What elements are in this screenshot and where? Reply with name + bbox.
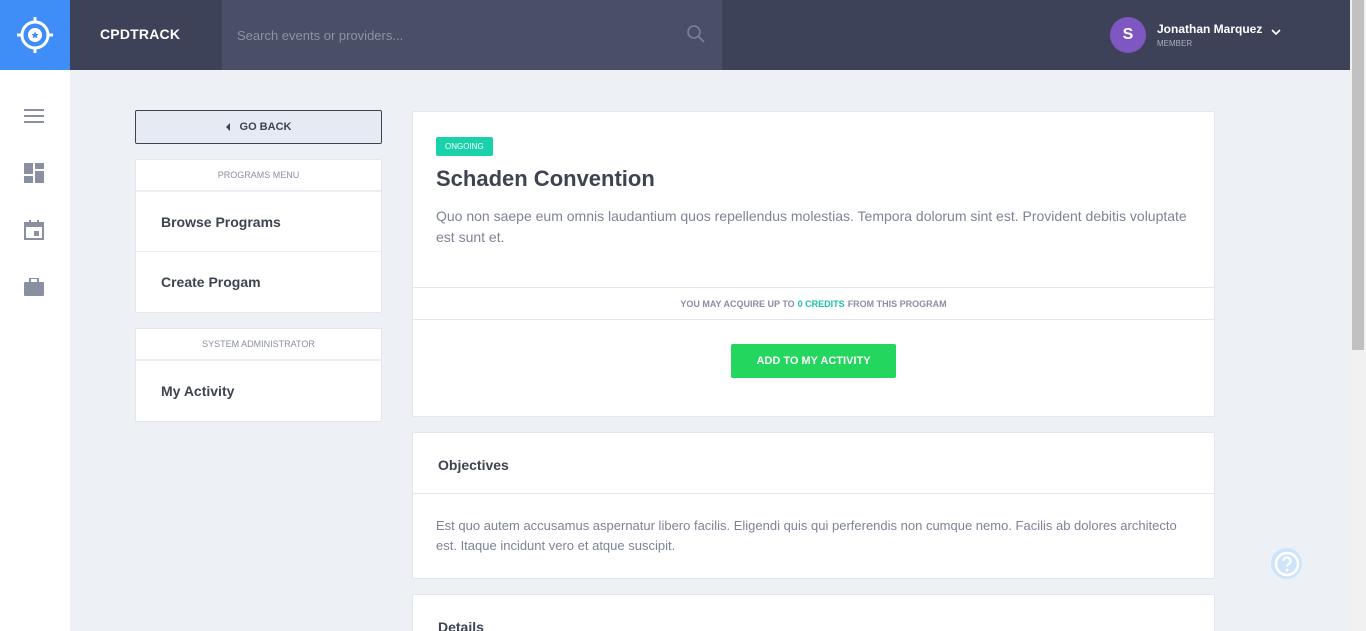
search-icon[interactable] (686, 24, 706, 44)
page-scrollbar[interactable] (1350, 0, 1366, 631)
admin-menu-header: SYSTEM ADMINISTRATOR (136, 329, 381, 361)
credits-prefix: YOU MAY ACQUIRE UP TO (680, 298, 795, 309)
menu-item-my-activity[interactable]: My Activity (136, 361, 381, 421)
programs-menu-header: PROGRAMS MENU (136, 160, 381, 192)
status-badge: ONGOING (436, 137, 493, 156)
menu-item-browse-programs[interactable]: Browse Programs (136, 192, 381, 252)
caret-left-icon (225, 123, 230, 131)
programs-menu: PROGRAMS MENU Browse Programs Create Pro… (135, 159, 382, 313)
help-button[interactable] (1269, 546, 1304, 581)
details-card: Details (412, 594, 1215, 631)
add-to-my-activity-button[interactable]: ADD TO MY ACTIVITY (731, 344, 896, 378)
program-description: Quo non saepe eum omnis laudantium quos … (436, 208, 1187, 245)
dashboard-icon[interactable] (23, 162, 45, 184)
search-input[interactable] (237, 24, 657, 46)
objectives-divider (413, 493, 1214, 494)
credits-value: 0 CREDITS (797, 298, 845, 309)
go-back-button[interactable]: GO BACK (135, 110, 382, 144)
search-bar (222, 0, 722, 70)
menu-icon[interactable] (23, 105, 45, 127)
sidebar (0, 70, 70, 631)
objectives-card: Objectives Est quo autem accusamus asper… (412, 432, 1215, 579)
question-circle-icon (1274, 551, 1299, 576)
user-menu[interactable]: S Jonathan Marquez MEMBER (1110, 17, 1262, 53)
program-title: Schaden Convention (436, 166, 655, 191)
go-back-label: GO BACK (239, 121, 292, 133)
calendar-icon[interactable] (23, 219, 45, 241)
top-bar: CPDTRACK S Jonathan Marquez MEMBER (0, 0, 1350, 70)
app-logo[interactable] (0, 0, 70, 70)
avatar[interactable]: S (1110, 17, 1146, 53)
program-card: ONGOING Schaden Convention Quo non saepe… (412, 111, 1215, 417)
details-title: Details (438, 619, 484, 631)
credits-info: YOU MAY ACQUIRE UP TO 0 CREDITS FROM THI… (413, 287, 1214, 320)
user-name: Jonathan Marquez (1157, 22, 1263, 36)
menu-item-create-program[interactable]: Create Progam (136, 252, 381, 312)
brand-name[interactable]: CPDTRACK (100, 26, 180, 42)
scrollbar-thumb[interactable] (1352, 0, 1364, 350)
objectives-body: Est quo autem accusamus aspernatur liber… (436, 518, 1177, 553)
chevron-down-icon[interactable] (1269, 27, 1283, 37)
objectives-title: Objectives (438, 457, 509, 473)
credits-suffix: FROM THIS PROGRAM (847, 298, 947, 309)
admin-menu: SYSTEM ADMINISTRATOR My Activity (135, 328, 382, 422)
briefcase-icon[interactable] (23, 276, 45, 298)
user-role: MEMBER (1157, 39, 1193, 48)
logo-icon (17, 17, 53, 53)
